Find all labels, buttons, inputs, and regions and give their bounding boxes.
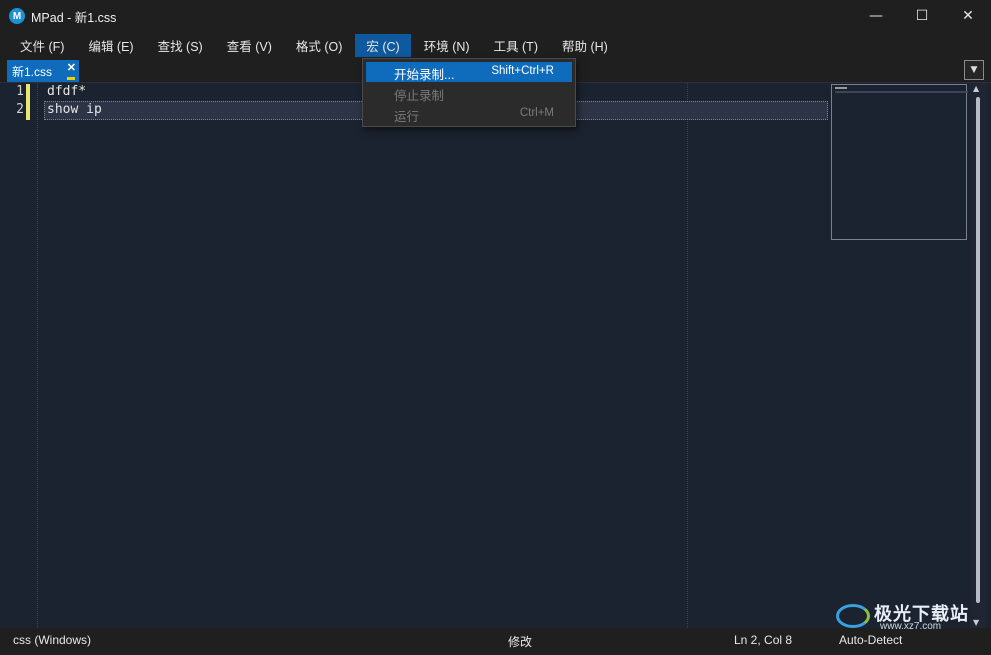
menu-item-start-recording[interactable]: 开始录制... Shift+Ctrl+R <box>366 62 572 82</box>
line-number: 2 <box>16 102 24 117</box>
scrollbar-thumb[interactable] <box>976 97 980 603</box>
macro-dropdown-menu: 开始录制... Shift+Ctrl+R 停止录制 运行 Ctrl+M <box>362 58 576 127</box>
minimap-line <box>835 87 847 89</box>
menu-search[interactable]: 查找 (S) <box>147 34 214 57</box>
modified-line-marker <box>26 84 30 102</box>
code-line[interactable]: show ip <box>47 102 102 117</box>
modified-line-marker <box>26 102 30 120</box>
menu-item-shortcut: Shift+Ctrl+R <box>491 65 554 77</box>
site-watermark: 极光下载站 www.xz7.com <box>836 600 986 632</box>
watermark-logo-icon <box>836 604 870 628</box>
tab-list-dropdown-button[interactable]: ▼ <box>964 60 984 80</box>
chevron-down-icon: ▼ <box>970 65 978 75</box>
status-bar: css (Windows) 修改 Ln 2, Col 8 Auto-Detect <box>0 628 991 655</box>
code-line[interactable]: dfdf* <box>47 84 86 99</box>
app-logo-icon: M <box>9 8 25 24</box>
menu-item-label: 停止录制 <box>394 89 445 103</box>
tab-label: 新1.css <box>12 64 53 79</box>
status-syntax[interactable]: css (Windows) <box>13 633 91 647</box>
editor-area[interactable]: 1 2 dfdf* show ip <box>0 83 829 628</box>
scroll-up-arrow-icon[interactable]: ▲ <box>973 84 979 93</box>
minimap-viewport[interactable] <box>831 84 968 240</box>
menu-help[interactable]: 帮助 (H) <box>551 34 619 57</box>
menu-item-stop-recording: 停止录制 <box>366 83 572 103</box>
vertical-scrollbar[interactable]: ▲ ▼ <box>970 83 987 628</box>
title-bar: M MPad - 新1.css — ☐ ✕ <box>0 0 991 32</box>
menu-tools[interactable]: 工具 (T) <box>483 34 549 57</box>
menu-format[interactable]: 格式 (O) <box>285 34 354 57</box>
fold-margin-guide <box>37 83 38 628</box>
line-number: 1 <box>16 84 24 99</box>
watermark-url: www.xz7.com <box>880 621 942 632</box>
minimap-panel: ▲ ▼ <box>829 83 991 628</box>
minimize-button[interactable]: — <box>853 0 899 32</box>
menu-item-shortcut: Ctrl+M <box>519 107 554 119</box>
line-number-gutter: 1 2 <box>0 83 28 628</box>
tab-modified-indicator <box>67 77 75 80</box>
menu-item-label: 开始录制... <box>394 68 455 82</box>
menu-bar: 文件 (F) 编辑 (E) 查找 (S) 查看 (V) 格式 (O) 宏 (C)… <box>0 32 991 59</box>
minimap-line <box>835 91 968 93</box>
menu-file[interactable]: 文件 (F) <box>9 34 75 57</box>
status-encoding[interactable]: Auto-Detect <box>839 633 902 647</box>
menu-edit[interactable]: 编辑 (E) <box>77 34 144 57</box>
window-controls: — ☐ ✕ <box>853 0 991 32</box>
status-modified-state: 修改 <box>508 635 533 649</box>
menu-item-label: 运行 <box>394 110 420 124</box>
long-line-edge-guide <box>687 83 688 628</box>
status-cursor-position[interactable]: Ln 2, Col 8 <box>734 633 792 647</box>
menu-environment[interactable]: 环境 (N) <box>413 34 481 57</box>
maximize-button[interactable]: ☐ <box>899 0 945 32</box>
window-title: MPad - 新1.css <box>31 10 117 25</box>
tab-file[interactable]: 新1.css ✕ <box>7 60 79 82</box>
menu-item-run-macro: 运行 Ctrl+M <box>366 104 572 124</box>
close-window-button[interactable]: ✕ <box>945 0 991 32</box>
menu-view[interactable]: 查看 (V) <box>216 34 283 57</box>
menu-macro[interactable]: 宏 (C) <box>355 34 411 57</box>
tab-close-icon[interactable]: ✕ <box>67 61 76 74</box>
